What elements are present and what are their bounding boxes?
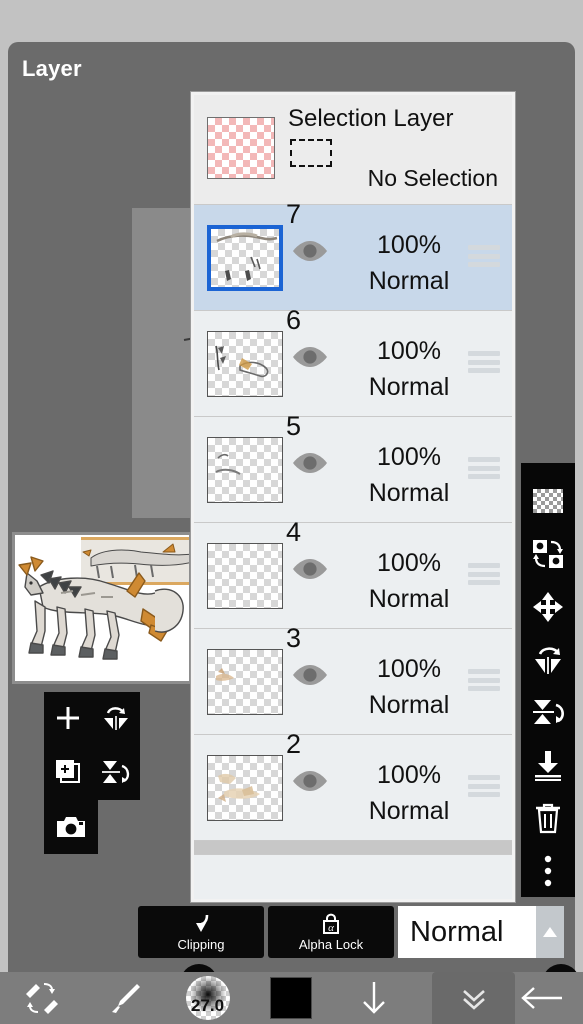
camera-import-icon[interactable] — [47, 801, 95, 853]
add-layer-plus-icon[interactable] — [44, 692, 92, 744]
clipping-arrow-icon — [196, 914, 209, 932]
layer-action-toolbar — [521, 463, 575, 897]
arrow-left-icon[interactable] — [500, 972, 583, 1024]
layer-opacity[interactable]: 100% — [344, 443, 474, 472]
layer-number: 7 — [286, 199, 302, 229]
drag-handle-icon[interactable] — [468, 563, 500, 585]
layer-blend-mode[interactable]: Normal — [334, 797, 484, 826]
layer-blend-mode[interactable]: Normal — [334, 585, 484, 614]
table-row[interactable]: 4 100% Normal — [194, 517, 512, 629]
selection-layer-title: Selection Layer — [288, 105, 454, 132]
merge-down-icon[interactable] — [521, 739, 575, 792]
selection-status: No Selection — [367, 165, 498, 191]
eye-icon[interactable] — [291, 451, 329, 475]
table-row-partial[interactable] — [194, 841, 512, 855]
alpha-lock-label: Alpha Lock — [298, 937, 364, 952]
transfer-layer-icon[interactable] — [521, 528, 575, 581]
brush-size-button[interactable]: 27.0 — [166, 972, 249, 1024]
selection-layer-row[interactable]: Selection Layer No Selection — [194, 95, 512, 205]
table-row[interactable]: 2 100% Normal — [194, 729, 512, 841]
layer-opacity[interactable]: 100% — [344, 231, 474, 260]
color-swatch-icon[interactable] — [249, 972, 332, 1024]
drag-handle-icon[interactable] — [468, 457, 500, 479]
flip-horizontal-icon[interactable] — [92, 692, 140, 744]
drag-handle-icon[interactable] — [468, 245, 500, 267]
layer-opacity[interactable]: 100% — [344, 549, 474, 578]
delete-layer-icon[interactable] — [521, 792, 575, 845]
undo-redo-icon[interactable] — [0, 972, 83, 1024]
blend-mode-select[interactable]: Normal — [398, 906, 536, 958]
eye-icon[interactable] — [291, 663, 329, 687]
layer-blend-mode[interactable]: Normal — [334, 267, 484, 296]
dashed-marquee-icon — [290, 139, 332, 167]
artwork-reference-sheet[interactable] — [12, 532, 192, 684]
flip-horizontal-icon[interactable] — [521, 633, 575, 686]
layer-number: 3 — [286, 623, 302, 653]
table-row[interactable]: 3 100% Normal — [194, 623, 512, 735]
layer-blend-mode[interactable]: Normal — [334, 691, 484, 720]
layer-opacity[interactable]: 100% — [344, 337, 474, 366]
eye-icon[interactable] — [291, 769, 329, 793]
layer-options-bar: Clipping α Alpha Lock Normal — [8, 902, 575, 962]
layer-thumbnail[interactable] — [207, 437, 283, 503]
flip-vertical-icon[interactable] — [92, 746, 140, 798]
eye-icon[interactable] — [291, 239, 329, 263]
layer-thumbnail-art — [216, 668, 234, 681]
drag-handle-icon[interactable] — [468, 669, 500, 691]
clipping-label: Clipping — [177, 937, 225, 952]
triangle-up-icon[interactable] — [536, 906, 564, 958]
svg-text:α: α — [328, 922, 334, 934]
layer-thumbnail[interactable] — [207, 543, 283, 609]
table-row[interactable]: 5 100% Normal — [194, 411, 512, 523]
drag-handle-icon[interactable] — [468, 351, 500, 373]
transparency-checker-icon[interactable] — [521, 475, 575, 528]
clipping-button[interactable]: Clipping — [138, 906, 264, 958]
layer-thumbnail-art — [215, 453, 241, 475]
layer-number: 4 — [286, 517, 302, 547]
move-layer-icon[interactable] — [521, 581, 575, 634]
layer-thumbnail[interactable] — [207, 649, 283, 715]
layer-thumbnail[interactable] — [207, 331, 283, 397]
flip-vertical-icon[interactable] — [521, 686, 575, 739]
alpha-lock-icon: α — [323, 913, 339, 934]
left-tool-cluster-secondary — [44, 800, 98, 854]
selection-layer-thumbnail — [207, 117, 275, 179]
arrow-down-icon[interactable] — [332, 972, 415, 1024]
bottom-toolbar: 27.0 — [0, 972, 583, 1024]
layer-number: 6 — [286, 305, 302, 335]
layer-opacity[interactable]: 100% — [344, 761, 474, 790]
layer-number: 5 — [286, 411, 302, 441]
eye-icon[interactable] — [291, 557, 329, 581]
layer-thumbnail-art — [218, 773, 260, 802]
layer-number: 2 — [286, 729, 302, 759]
dragon-artwork-main — [18, 556, 184, 660]
layer-thumbnail-art — [215, 345, 269, 378]
table-row[interactable]: 7 100% Normal — [194, 199, 512, 311]
layer-thumbnail[interactable] — [207, 225, 283, 291]
duplicate-layer-icon[interactable] — [44, 746, 92, 798]
left-tool-cluster — [44, 692, 140, 800]
layer-panel-popup[interactable]: Selection Layer No Selection 7 100% Norm… — [191, 92, 515, 902]
app-window: Layer Selection Layer No Selection 7 100… — [8, 42, 580, 1002]
more-options-icon[interactable] — [521, 844, 575, 897]
table-row[interactable]: 6 100% Normal — [194, 305, 512, 417]
canvas-area[interactable]: Selection Layer No Selection 7 100% Norm… — [8, 42, 575, 932]
eye-icon[interactable] — [291, 345, 329, 369]
layer-thumbnail-art — [216, 232, 278, 281]
layer-blend-mode[interactable]: Normal — [334, 479, 484, 508]
layer-blend-mode[interactable]: Normal — [334, 373, 484, 402]
drag-handle-icon[interactable] — [468, 775, 500, 797]
brush-size-value: 27.0 — [185, 976, 230, 1020]
layer-opacity[interactable]: 100% — [344, 655, 474, 684]
alpha-lock-button[interactable]: α Alpha Lock — [268, 906, 394, 958]
layer-list[interactable]: Selection Layer No Selection 7 100% Norm… — [194, 95, 512, 899]
brush-icon[interactable] — [83, 972, 166, 1024]
layer-thumbnail[interactable] — [207, 755, 283, 821]
